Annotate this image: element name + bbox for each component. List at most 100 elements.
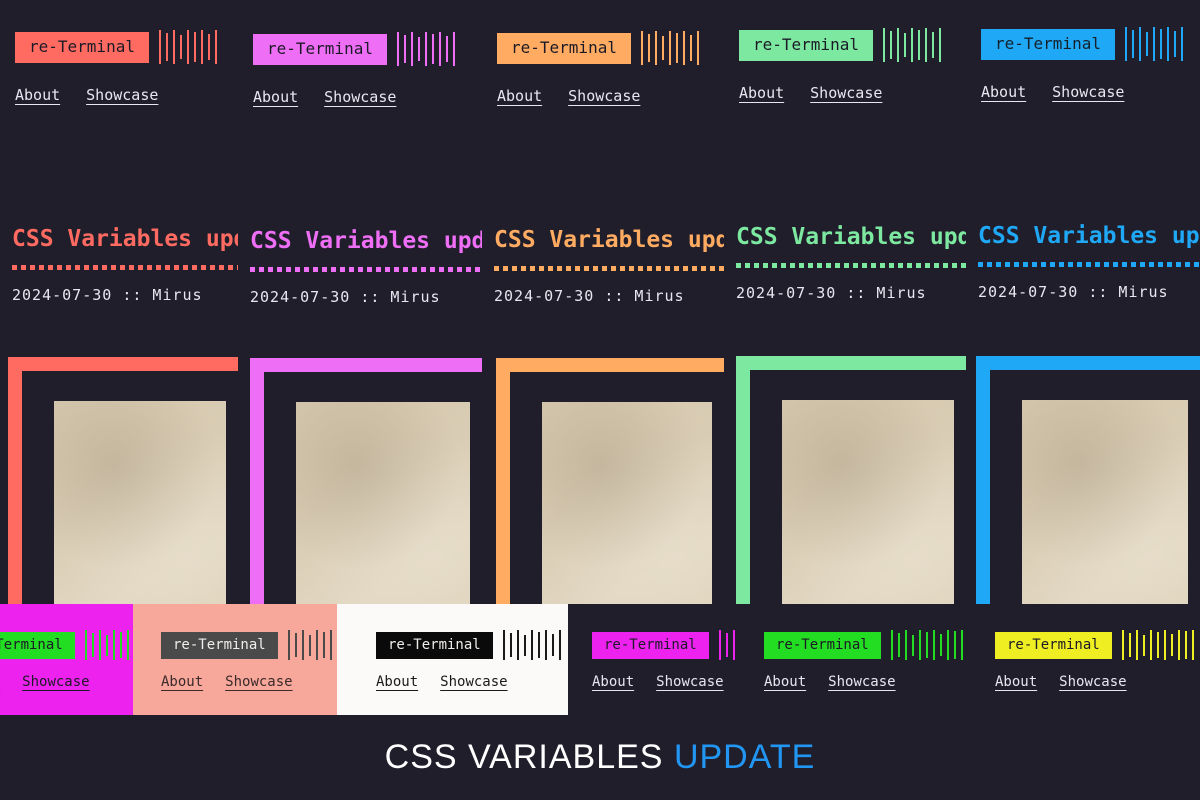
nav-link-showcase[interactable]: Showcase	[828, 674, 895, 690]
divider-dot	[192, 265, 197, 271]
tick-mark	[1135, 630, 1138, 660]
nav-link-showcase[interactable]: Showcase	[86, 86, 158, 104]
divider-dot	[66, 265, 71, 271]
divider-dot	[1059, 262, 1064, 268]
divider-dot	[349, 267, 354, 273]
tick-mark	[322, 631, 325, 659]
site-logo[interactable]: re-Terminal	[739, 29, 873, 61]
divider-dot	[457, 267, 462, 273]
tick-mark	[1152, 27, 1155, 61]
site-logo[interactable]: re-Terminal	[592, 631, 709, 659]
site-logo[interactable]: re-Terminal	[995, 631, 1112, 659]
post-card[interactable]	[976, 355, 1200, 614]
card-panel-violet-card	[238, 345, 482, 615]
site-logo[interactable]: re-Terminal	[253, 33, 387, 65]
divider-dot	[1176, 262, 1181, 268]
nav-link-about[interactable]: About	[497, 87, 542, 105]
tick-mark	[119, 631, 122, 659]
post-headline[interactable]: CSS Variables upd	[736, 224, 966, 250]
post-divider	[250, 267, 482, 273]
divider-dot	[808, 263, 813, 269]
post-headline[interactable]: CSS Variables upd	[12, 226, 238, 252]
theme-panel-dark-green: re-Terminal About Showcase	[740, 604, 967, 715]
site-nav: re-Terminal About Showcase	[981, 27, 1183, 101]
divider-dot	[385, 267, 390, 273]
tick-mark	[1149, 630, 1152, 660]
site-nav: re-Terminal About Showcase	[739, 28, 941, 102]
divider-dot	[75, 265, 80, 271]
divider-dot	[1149, 262, 1154, 268]
site-nav: re-Terminal About Showcase	[161, 630, 337, 690]
site-logo[interactable]: re-Terminal	[764, 631, 881, 659]
tick-mark	[897, 632, 900, 658]
screenshot-stage: re-Terminal About Showcase re-Terminal About…	[0, 0, 1200, 800]
divider-dot	[394, 267, 399, 273]
card-frame-top	[496, 357, 724, 372]
nav-link-about[interactable]: About	[981, 83, 1026, 101]
tick-mark	[1124, 27, 1127, 61]
site-logo[interactable]: re-Terminal	[15, 31, 149, 63]
divider-dot	[313, 267, 318, 273]
logo-row: re-Terminal	[981, 27, 1183, 61]
site-logo[interactable]: re-Terminal	[161, 631, 278, 659]
tick-mark	[91, 632, 94, 658]
tick-mark	[696, 31, 699, 65]
post-card[interactable]	[250, 358, 482, 615]
nav-link-about[interactable]: About	[592, 674, 634, 690]
post-card[interactable]	[496, 357, 724, 615]
site-nav: re-Terminal About Showcase	[592, 630, 740, 690]
nav-link-showcase[interactable]: Showcase	[225, 674, 292, 690]
divider-dot	[925, 263, 930, 269]
tick-mark	[903, 33, 906, 57]
site-logo[interactable]: re-Terminal	[981, 28, 1115, 60]
nav-link-showcase[interactable]: Showcase	[22, 674, 89, 690]
nav-link-showcase[interactable]: Showcase	[440, 674, 507, 690]
nav-link-about[interactable]: About	[376, 674, 418, 690]
card-frame-left	[736, 356, 750, 614]
nav-link-showcase[interactable]: Showcase	[324, 88, 396, 106]
nav-link-showcase[interactable]: Showcase	[1052, 83, 1124, 101]
nav-link-showcase[interactable]: Showcase	[810, 84, 882, 102]
nav-link-about[interactable]: About	[253, 88, 298, 106]
nav-link-about[interactable]: About	[995, 674, 1037, 690]
tick-mark	[661, 36, 664, 60]
nav-link-about[interactable]: About	[161, 674, 203, 690]
post-header: CSS Variables upd 2024-07-30 :: Mirus	[12, 226, 238, 304]
card-panel-azure-card	[966, 345, 1200, 615]
nav-links: About Showcase	[253, 88, 455, 106]
tick-mark	[960, 630, 963, 660]
nav-links: About Showcase	[995, 674, 1194, 690]
nav-link-showcase[interactable]: Showcase	[1059, 674, 1126, 690]
divider-dot	[638, 266, 643, 272]
tick-mark	[105, 634, 108, 656]
post-card[interactable]	[8, 357, 238, 615]
post-headline[interactable]: CSS Variables upd	[494, 227, 724, 253]
site-logo[interactable]: re-Terminal	[376, 631, 493, 659]
nav-link-about[interactable]: About	[739, 84, 784, 102]
site-logo[interactable]: re-Terminal	[0, 631, 75, 659]
divider-dot	[102, 265, 107, 271]
post-card[interactable]	[736, 356, 966, 614]
nav-link-about[interactable]: About	[764, 674, 806, 690]
divider-dot	[656, 266, 661, 272]
nav-link-showcase[interactable]: Showcase	[568, 87, 640, 105]
card-image	[542, 401, 712, 615]
post-headline[interactable]: CSS Variables upd	[978, 223, 1200, 249]
tick-mark	[287, 630, 290, 660]
divider-dot	[745, 263, 750, 269]
divider-dot	[165, 265, 170, 271]
post-header: CSS Variables upd 2024-07-30 :: Mirus	[978, 223, 1200, 301]
card-image	[54, 401, 226, 615]
divider-dot	[898, 263, 903, 269]
divider-dot	[521, 266, 526, 272]
divider-dot	[12, 265, 17, 271]
divider-dot	[674, 266, 679, 272]
site-logo[interactable]: re-Terminal	[497, 32, 631, 64]
nav-link-showcase[interactable]: Showcase	[656, 674, 723, 690]
divider-dot	[1041, 262, 1046, 268]
nav-link-about[interactable]: About	[15, 86, 60, 104]
divider-dot	[584, 266, 589, 272]
post-headline[interactable]: CSS Variables upd	[250, 228, 482, 254]
card-frame-left	[976, 355, 990, 614]
tick-mark	[1163, 630, 1166, 660]
